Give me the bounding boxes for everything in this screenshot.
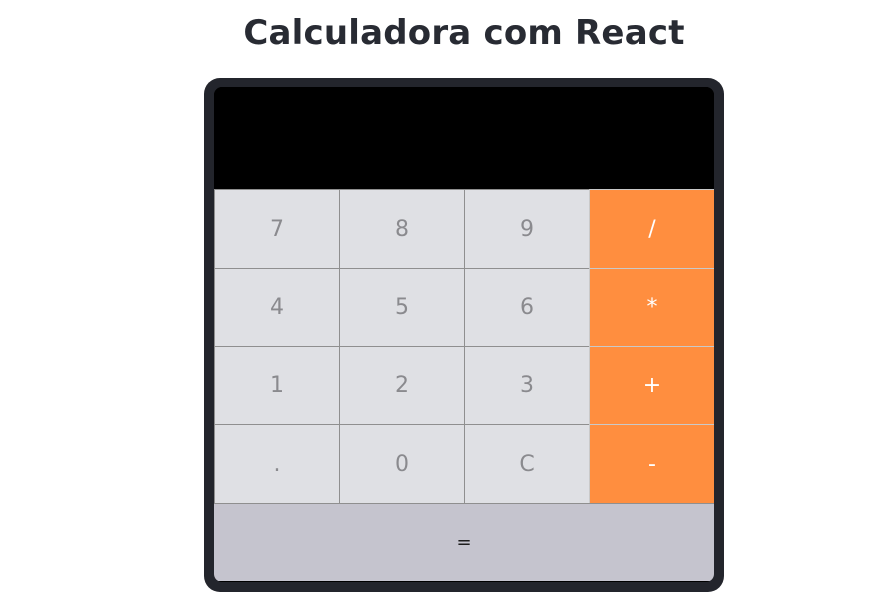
- key-9-button[interactable]: 9: [464, 189, 590, 269]
- page-title: Calculadora com React: [243, 13, 685, 53]
- subtract-button[interactable]: -: [589, 424, 714, 504]
- key-0-button[interactable]: 0: [339, 424, 465, 504]
- equals-button[interactable]: =: [214, 503, 714, 581]
- clear-button[interactable]: C: [464, 424, 590, 504]
- calculator-display: [214, 87, 714, 189]
- page: Calculadora com React 7 8 9 / 4 5 6 * 1 …: [0, 0, 886, 612]
- key-7-button[interactable]: 7: [214, 189, 340, 269]
- key-6-button[interactable]: 6: [464, 268, 590, 347]
- multiply-button[interactable]: *: [589, 268, 714, 347]
- decimal-point-button[interactable]: .: [214, 424, 340, 504]
- add-button[interactable]: +: [589, 346, 714, 425]
- key-3-button[interactable]: 3: [464, 346, 590, 425]
- calculator-body: 7 8 9 / 4 5 6 * 1 2 3 + . 0 C - =: [214, 87, 714, 582]
- key-8-button[interactable]: 8: [339, 189, 465, 269]
- calculator: 7 8 9 / 4 5 6 * 1 2 3 + . 0 C - =: [204, 78, 724, 592]
- key-1-button[interactable]: 1: [214, 346, 340, 425]
- key-2-button[interactable]: 2: [339, 346, 465, 425]
- divide-button[interactable]: /: [589, 189, 714, 269]
- key-5-button[interactable]: 5: [339, 268, 465, 347]
- key-4-button[interactable]: 4: [214, 268, 340, 347]
- keypad: 7 8 9 / 4 5 6 * 1 2 3 + . 0 C - =: [214, 189, 714, 581]
